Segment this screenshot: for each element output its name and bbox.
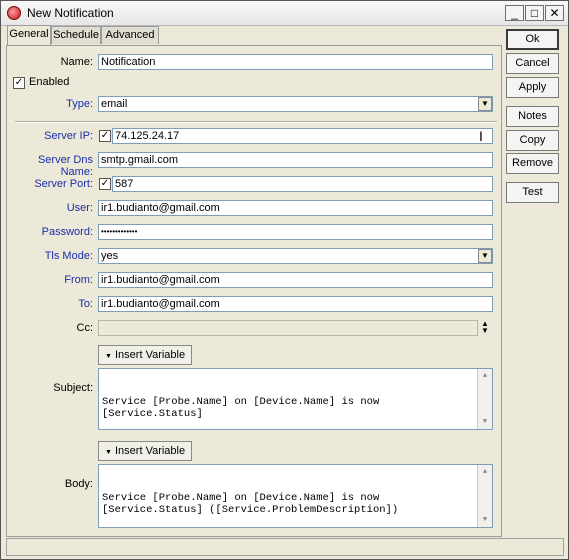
from-label: From:: [64, 274, 93, 286]
password-field[interactable]: •••••••••••••: [98, 224, 493, 240]
server-port-label: Server Port:: [34, 178, 93, 190]
test-button[interactable]: Test: [506, 182, 559, 203]
cc-label: Cc:: [76, 322, 94, 334]
scroll-up-icon[interactable]: ▲: [479, 466, 491, 478]
copy-button[interactable]: Copy: [506, 130, 559, 151]
close-button[interactable]: ✕: [545, 5, 564, 21]
scroll-down-icon[interactable]: ▼: [479, 514, 491, 526]
separator: [15, 121, 497, 123]
text-cursor-icon: I: [479, 128, 483, 144]
tls-mode-label: Tls Mode:: [44, 250, 93, 262]
tab-advanced[interactable]: Advanced: [101, 26, 159, 44]
ok-button[interactable]: Ok: [506, 29, 559, 50]
insert-variable-body-button[interactable]: ▼ Insert Variable: [98, 441, 193, 461]
general-panel: Name: Notification ✓ Enabled Type: email…: [6, 45, 502, 537]
enabled-checkbox[interactable]: ✓: [13, 77, 25, 89]
tls-mode-select[interactable]: yes: [98, 248, 493, 264]
cancel-button[interactable]: Cancel: [506, 53, 559, 74]
app-icon: [7, 6, 21, 20]
cc-spinner-icon[interactable]: ▲ ▼: [481, 320, 489, 335]
password-label: Password:: [41, 226, 93, 238]
body-label: Body:: [64, 478, 93, 490]
notes-button[interactable]: Notes: [506, 106, 559, 127]
scroll-down-icon[interactable]: ▼: [479, 416, 491, 428]
server-ip-checkbox[interactable]: ✓: [99, 130, 111, 142]
chevron-down-icon: ▼: [105, 353, 112, 360]
server-port-checkbox[interactable]: ✓: [99, 178, 111, 190]
name-field[interactable]: Notification: [98, 54, 493, 70]
type-label: Type:: [66, 98, 93, 110]
body-scrollbar[interactable]: ▲ ▼: [477, 465, 492, 527]
user-field[interactable]: ir1.budianto@gmail.com: [98, 200, 493, 216]
type-dropdown-icon[interactable]: ▼: [478, 97, 492, 111]
notification-window: New Notification _ □ ✕ General Schedule …: [0, 0, 569, 560]
subject-textarea[interactable]: Service [Probe.Name] on [Device.Name] is…: [98, 368, 493, 430]
maximize-button[interactable]: □: [525, 5, 544, 21]
server-port-field[interactable]: 587: [112, 176, 493, 192]
minimize-button[interactable]: _: [505, 5, 524, 21]
status-bar: [6, 538, 564, 556]
name-label: Name:: [60, 56, 93, 68]
server-ip-label: Server IP:: [44, 130, 93, 142]
tab-schedule[interactable]: Schedule: [51, 26, 101, 44]
scroll-up-icon[interactable]: ▲: [479, 370, 491, 382]
insert-variable-label: Insert Variable: [115, 445, 186, 457]
body-textarea[interactable]: Service [Probe.Name] on [Device.Name] is…: [98, 464, 493, 528]
from-field[interactable]: ir1.budianto@gmail.com: [98, 272, 493, 288]
subject-text: Service [Probe.Name] on [Device.Name] is…: [102, 396, 380, 420]
enabled-label: Enabled: [29, 76, 70, 88]
window-title: New Notification: [27, 6, 114, 20]
remove-button[interactable]: Remove: [506, 153, 559, 174]
type-select[interactable]: email: [98, 96, 493, 112]
chevron-down-icon: ▼: [105, 449, 112, 456]
insert-variable-label: Insert Variable: [115, 349, 186, 361]
to-label: To:: [78, 298, 93, 310]
server-ip-field[interactable]: 74.125.24.17: [112, 128, 493, 144]
subject-scrollbar[interactable]: ▲ ▼: [477, 369, 492, 429]
tab-general[interactable]: General: [7, 25, 51, 45]
subject-label: Subject:: [53, 382, 93, 394]
body-text: Service [Probe.Name] on [Device.Name] is…: [102, 492, 399, 516]
title-bar[interactable]: New Notification _ □ ✕: [1, 1, 568, 26]
server-dns-label: Server Dns Name:: [37, 154, 93, 178]
cc-field[interactable]: [98, 320, 478, 336]
user-label: User:: [66, 202, 93, 214]
server-dns-field[interactable]: smtp.gmail.com: [98, 152, 493, 168]
tls-dropdown-icon[interactable]: ▼: [478, 249, 492, 263]
to-field[interactable]: ir1.budianto@gmail.com: [98, 296, 493, 312]
insert-variable-subject-button[interactable]: ▼ Insert Variable: [98, 345, 193, 365]
apply-button[interactable]: Apply: [506, 77, 559, 98]
